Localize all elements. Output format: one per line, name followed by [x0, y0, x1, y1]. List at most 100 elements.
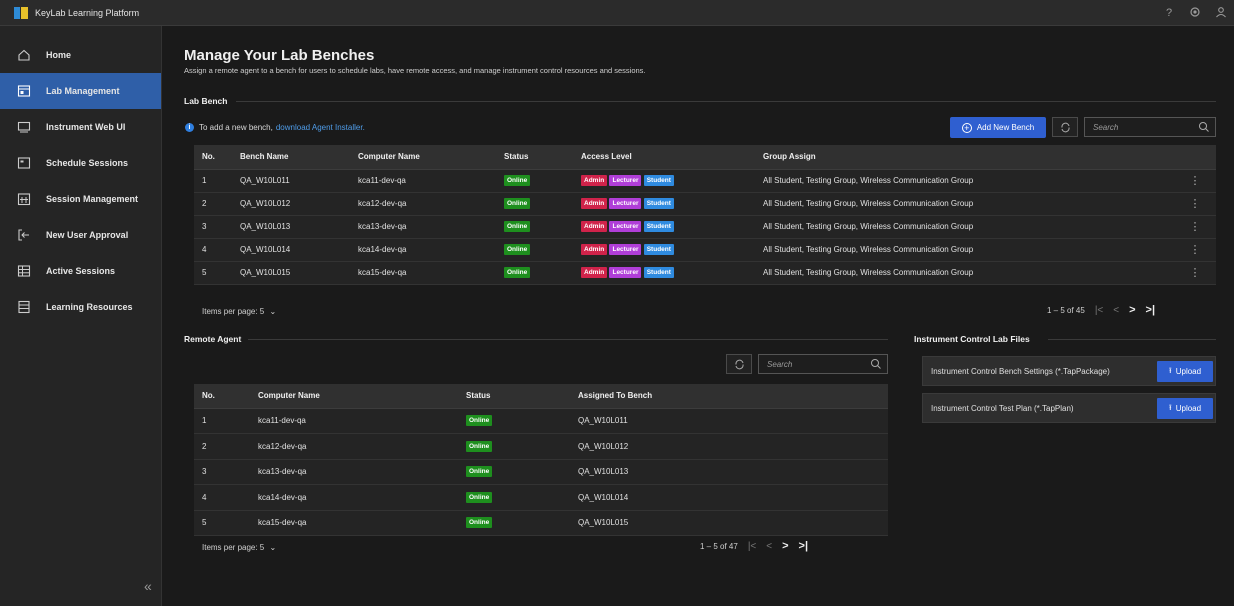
previous-page-icon[interactable]: < [1113, 305, 1119, 316]
sidebar-item-instrument-web-ui[interactable]: Instrument Web UI [0, 109, 161, 145]
cell-computer-name: kca15-dev-qa [250, 510, 458, 536]
info-text: To add a new bench, [199, 123, 273, 132]
range-label: 1 – 5 of 45 [1047, 305, 1085, 315]
agent-search[interactable] [758, 354, 888, 374]
table-header-row: No. Bench Name Computer Name Status Acce… [194, 145, 1216, 170]
sidebar-item-label: Home [46, 50, 72, 60]
column-header[interactable]: Computer Name [350, 145, 496, 170]
sidebar-item-label: Learning Resources [46, 302, 133, 312]
user-icon[interactable] [1214, 6, 1228, 21]
column-header[interactable]: Group Assign [755, 145, 1166, 170]
column-header[interactable]: Status [496, 145, 573, 170]
lab-bench-table: No. Bench Name Computer Name Status Acce… [194, 145, 1216, 285]
access-badge-student: Student [643, 244, 674, 255]
access-badge-student: Student [643, 221, 674, 232]
sidebar-item-label: Active Sessions [46, 266, 116, 276]
sidebar-item-home[interactable]: Home [0, 37, 161, 73]
range-label: 1 – 5 of 47 [700, 541, 738, 551]
column-header[interactable]: No. [194, 384, 250, 409]
top-bar: KeyLab Learning Platform ? [0, 0, 1234, 26]
cell-access-level: Admin Lecturer Student [573, 238, 755, 262]
status-badge: Online [466, 517, 493, 529]
page-subtitle: Assign a remote agent to a bench for use… [184, 66, 646, 75]
file-row-bench-settings: Instrument Control Bench Settings (*.Tap… [922, 356, 1216, 386]
cell-group-assign: All Student, Testing Group, Wireless Com… [755, 215, 1166, 239]
column-header[interactable]: Status [458, 384, 570, 409]
help-icon[interactable]: ? [1162, 7, 1176, 19]
access-badge-admin: Admin [581, 198, 608, 209]
cell-assigned-bench: QA_W10L015 [570, 510, 888, 536]
items-per-page-label: Items per page: 5 [202, 307, 265, 316]
sidebar-item-label: Session Management [46, 194, 139, 204]
status-badge: Online [504, 221, 531, 232]
sidebar-item-new-user-approval[interactable]: New User Approval [0, 217, 161, 253]
column-header[interactable]: Assigned To Bench [570, 384, 888, 409]
last-page-icon[interactable]: >| [799, 540, 809, 552]
table-row[interactable]: 5 QA_W10L015 kca15-dev-qa Online Admin L… [194, 261, 1216, 285]
cell-status: Online [458, 408, 570, 434]
row-menu-icon[interactable]: ⋮ [1166, 238, 1216, 262]
table-row[interactable]: 4 kca14-dev-qa Online QA_W10L014 [194, 484, 888, 511]
table-row[interactable]: 2 QA_W10L012 kca12-dev-qa Online Admin L… [194, 192, 1216, 216]
cell-status: Online [458, 510, 570, 536]
sidebar-item-lab-management[interactable]: Lab Management [0, 73, 161, 109]
sidebar-item-learning-resources[interactable]: Learning Resources [0, 289, 161, 325]
row-menu-icon[interactable]: ⋮ [1166, 192, 1216, 216]
access-badge-lecturer: Lecturer [609, 175, 642, 186]
status-badge: Online [504, 267, 531, 278]
table-row[interactable]: 1 kca11-dev-qa Online QA_W10L011 [194, 408, 888, 434]
table-header-row: No. Computer Name Status Assigned To Ben… [194, 384, 888, 409]
refresh-button[interactable] [1052, 117, 1078, 137]
row-menu-icon[interactable]: ⋮ [1166, 169, 1216, 193]
file-label: Instrument Control Bench Settings (*.Tap… [931, 366, 1110, 376]
upload-bench-settings-button[interactable]: ⭱ Upload [1157, 361, 1213, 382]
sidebar-item-session-management[interactable]: Session Management [0, 181, 161, 217]
bench-search[interactable] [1084, 117, 1216, 137]
add-new-bench-button[interactable]: + Add New Bench [950, 117, 1046, 138]
upload-test-plan-button[interactable]: ⭱ Upload [1157, 398, 1213, 419]
table-row[interactable]: 2 kca12-dev-qa Online QA_W10L012 [194, 433, 888, 460]
cell-bench-name: QA_W10L012 [232, 192, 350, 216]
table-row[interactable]: 3 QA_W10L013 kca13-dev-qa Online Admin L… [194, 215, 1216, 239]
previous-page-icon[interactable]: < [766, 541, 772, 552]
bench-items-per-page[interactable]: Items per page: 5 ⌄ [202, 307, 276, 316]
cell-computer-name: kca11-dev-qa [350, 169, 496, 193]
row-menu-icon[interactable]: ⋮ [1166, 261, 1216, 285]
sidebar: Home Lab Management Instrument Web UI Sc… [0, 26, 162, 606]
table-row[interactable]: 3 kca13-dev-qa Online QA_W10L013 [194, 459, 888, 485]
bench-search-input[interactable] [1093, 122, 1215, 132]
column-header[interactable]: Computer Name [250, 384, 458, 409]
table-row[interactable]: 1 QA_W10L011 kca11-dev-qa Online Admin L… [194, 169, 1216, 193]
settings-icon[interactable] [1188, 6, 1202, 21]
collapse-sidebar-icon[interactable]: « [144, 578, 152, 594]
column-header[interactable]: No. [194, 145, 232, 170]
sidebar-item-schedule-sessions[interactable]: Schedule Sessions [0, 145, 161, 181]
agent-search-input[interactable] [767, 359, 887, 369]
table-row[interactable]: 5 kca15-dev-qa Online QA_W10L015 [194, 510, 888, 536]
divider [1048, 339, 1216, 340]
download-agent-link[interactable]: download Agent Installer. [276, 123, 365, 132]
agent-items-per-page[interactable]: Items per page: 5 ⌄ [202, 543, 276, 552]
sidebar-item-label: Schedule Sessions [46, 158, 129, 168]
next-page-icon[interactable]: > [782, 540, 788, 552]
column-header[interactable]: Bench Name [232, 145, 350, 170]
column-header[interactable]: Access Level [573, 145, 755, 170]
cell-group-assign: All Student, Testing Group, Wireless Com… [755, 192, 1166, 216]
status-badge: Online [504, 244, 531, 255]
next-page-icon[interactable]: > [1129, 304, 1135, 316]
refresh-icon [1060, 122, 1070, 132]
instrument-files-heading: Instrument Control Lab Files [914, 334, 1030, 344]
sidebar-item-active-sessions[interactable]: Active Sessions [0, 253, 161, 289]
row-menu-icon[interactable]: ⋮ [1166, 215, 1216, 239]
file-label: Instrument Control Test Plan (*.TapPlan) [931, 403, 1074, 413]
table-row[interactable]: 4 QA_W10L014 kca14-dev-qa Online Admin L… [194, 238, 1216, 262]
lab-management-icon [16, 84, 32, 98]
last-page-icon[interactable]: >| [1146, 304, 1156, 316]
first-page-icon[interactable]: |< [748, 541, 756, 552]
lab-bench-heading: Lab Bench [184, 96, 228, 106]
cell-computer-name: kca12-dev-qa [350, 192, 496, 216]
cell-status: Online [496, 192, 573, 216]
first-page-icon[interactable]: |< [1095, 305, 1103, 316]
cell-computer-name: kca13-dev-qa [350, 215, 496, 239]
agent-refresh-button[interactable] [726, 354, 752, 374]
